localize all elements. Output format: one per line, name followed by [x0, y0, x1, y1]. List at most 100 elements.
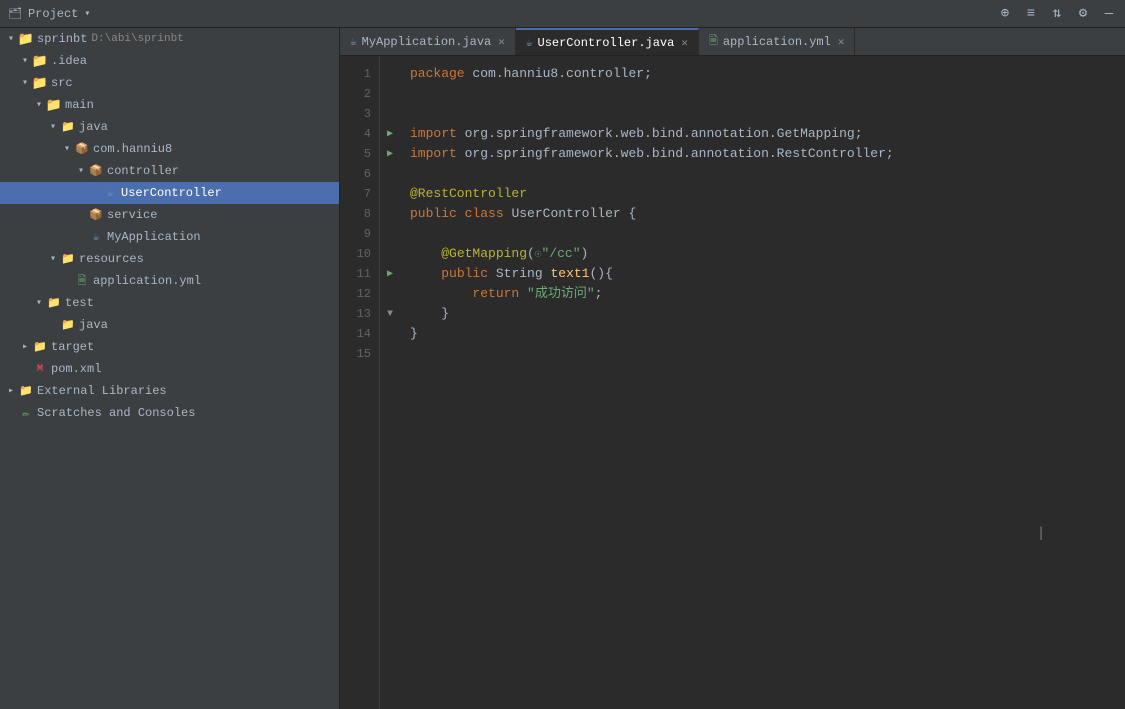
tab-usercontroller[interactable]: ☕ UserController.java ✕: [516, 28, 699, 55]
code-text-4: import org.springframework.web.bind.anno…: [400, 124, 1125, 144]
tree-item-src[interactable]: 📁 src: [0, 72, 339, 94]
label-resources: resources: [79, 252, 144, 266]
tree-item-sprinbt[interactable]: 📁 sprinbt D:\abi\sprinbt: [0, 28, 339, 50]
label-src: src: [51, 76, 73, 90]
folder-icon-test: 📁: [46, 295, 62, 311]
tabs-bar: ☕ MyApplication.java ✕ ☕ UserController.…: [340, 28, 1125, 56]
code-text-12: return "成功访问";: [400, 284, 1125, 304]
tree-item-pom-xml[interactable]: M pom.xml: [0, 358, 339, 380]
label-main: main: [65, 98, 94, 112]
folder-icon-sprinbt: 📁: [18, 31, 34, 47]
arrow-src: [18, 76, 32, 90]
folder-icon-external-libs: 📁: [18, 383, 34, 399]
project-dropdown-arrow[interactable]: ▾: [84, 8, 90, 20]
project-icon: 🗂: [8, 7, 22, 21]
tree-item-test[interactable]: 📁 test: [0, 292, 339, 314]
folder-icon-target: 📁: [32, 339, 48, 355]
arrow-main: [32, 98, 46, 112]
gutter-11: ▶: [380, 268, 400, 280]
settings-button[interactable]: ⚙: [1075, 6, 1091, 22]
tree-item-java-root[interactable]: 📁 java: [0, 116, 339, 138]
tab-label-usercontroller: UserController.java: [538, 36, 675, 50]
title-bar: 🗂 Project ▾ ⊕ ≡ ⇅ ⚙ —: [0, 0, 1125, 28]
tab-application-yml[interactable]: 🗎 application.yml ✕: [699, 28, 856, 55]
folder-icon-resources: 📁: [60, 251, 76, 267]
code-line-10: @GetMapping(☉"/cc"): [380, 244, 1125, 264]
label-sprinbt-path: D:\abi\sprinbt: [91, 33, 183, 45]
tree-item-com-hanniu8[interactable]: 📦 com.hanniu8: [0, 138, 339, 160]
collapse-all-button[interactable]: ≡: [1023, 6, 1039, 22]
line-numbers: 1 2 3 4 5 6 7 8 9 10 11 12 13 14 15: [340, 56, 380, 709]
arrow-target: [18, 340, 32, 354]
tab-icon-usercontroller: ☕: [526, 36, 533, 50]
arrow-java-root: [46, 120, 60, 134]
label-java-root: java: [79, 120, 108, 134]
editor-area: ☕ MyApplication.java ✕ ☕ UserController.…: [340, 28, 1125, 709]
code-line-11: ▶ public String text1(){: [380, 264, 1125, 284]
arrow-idea: [18, 54, 32, 68]
cursor-marker: |: [1037, 525, 1045, 540]
tree-item-target[interactable]: 📁 target: [0, 336, 339, 358]
tab-close-yaml[interactable]: ✕: [838, 35, 845, 49]
gutter-13: ▼: [380, 309, 400, 320]
tab-label-application-yml: application.yml: [723, 35, 831, 49]
tree-item-java-test[interactable]: 📁 java: [0, 314, 339, 336]
label-java-test: java: [79, 318, 108, 332]
code-line-8: public class UserController {: [380, 204, 1125, 224]
code-text-8: public class UserController {: [400, 204, 1125, 224]
tree-item-usercontroller[interactable]: ☕ UserController: [0, 182, 339, 204]
folder-icon-idea: 📁: [32, 53, 48, 69]
label-myapplication: MyApplication: [107, 230, 201, 244]
code-line-6: [380, 164, 1125, 184]
folder-icon-java-root: 📁: [60, 119, 76, 135]
package-icon-service: 📦: [88, 207, 104, 223]
label-application-yml: application.yml: [93, 274, 201, 288]
arrow-test: [32, 296, 46, 310]
code-line-1: package com.hanniu8.controller;: [380, 64, 1125, 84]
tree-item-application-yml[interactable]: 🗎 application.yml: [0, 270, 339, 292]
code-line-12: return "成功访问";: [380, 284, 1125, 304]
java-icon-myapplication: ☕: [88, 229, 104, 245]
code-line-9: [380, 224, 1125, 244]
add-button[interactable]: ⊕: [997, 6, 1013, 22]
java-icon-usercontroller: ☕: [102, 185, 118, 201]
yaml-icon-application: 🗎: [74, 273, 90, 289]
label-sprinbt: sprinbt: [37, 32, 87, 46]
tree-item-myapplication[interactable]: ☕ MyApplication: [0, 226, 339, 248]
tree-item-resources[interactable]: 📁 resources: [0, 248, 339, 270]
code-text-13: }: [400, 304, 1125, 324]
code-text-5: import org.springframework.web.bind.anno…: [400, 144, 1125, 164]
label-com-hanniu8: com.hanniu8: [93, 142, 172, 156]
tree-item-controller[interactable]: 📦 controller: [0, 160, 339, 182]
arrow-com-hanniu8: [60, 142, 74, 156]
folder-icon-src: 📁: [32, 75, 48, 91]
code-line-2: [380, 84, 1125, 104]
tab-myapplication[interactable]: ☕ MyApplication.java ✕: [340, 28, 516, 55]
tab-label-myapplication: MyApplication.java: [362, 35, 492, 49]
package-icon-com-hanniu8: 📦: [74, 141, 90, 157]
tree-item-service[interactable]: 📦 service: [0, 204, 339, 226]
tree-item-scratches[interactable]: ✏ Scratches and Consoles: [0, 402, 339, 424]
code-text-1: package com.hanniu8.controller;: [400, 64, 1125, 84]
folder-icon-main: 📁: [46, 97, 62, 113]
code-line-13: ▼ }: [380, 304, 1125, 324]
main-layout: 📁 sprinbt D:\abi\sprinbt 📁 .idea 📁 src 📁…: [0, 28, 1125, 709]
tree-item-idea[interactable]: 📁 .idea: [0, 50, 339, 72]
arrow-controller: [74, 164, 88, 178]
sidebar: 📁 sprinbt D:\abi\sprinbt 📁 .idea 📁 src 📁…: [0, 28, 340, 709]
project-title: Project: [28, 7, 78, 21]
label-usercontroller: UserController: [121, 186, 222, 200]
code-text-11: public String text1(){: [400, 264, 1125, 284]
tree-item-external-libs[interactable]: 📁 External Libraries: [0, 380, 339, 402]
code-editor[interactable]: 1 2 3 4 5 6 7 8 9 10 11 12 13 14 15: [340, 56, 1125, 709]
tab-close-usercontroller[interactable]: ✕: [681, 36, 688, 50]
sort-button[interactable]: ⇅: [1049, 6, 1065, 22]
tab-close-myapplication[interactable]: ✕: [498, 35, 505, 49]
editor-empty-space: |: [380, 364, 1125, 701]
tree-item-main[interactable]: 📁 main: [0, 94, 339, 116]
label-test: test: [65, 296, 94, 310]
code-text-14: }: [400, 324, 1125, 344]
minimize-button[interactable]: —: [1101, 6, 1117, 22]
label-external-libs: External Libraries: [37, 384, 167, 398]
code-line-14: }: [380, 324, 1125, 344]
